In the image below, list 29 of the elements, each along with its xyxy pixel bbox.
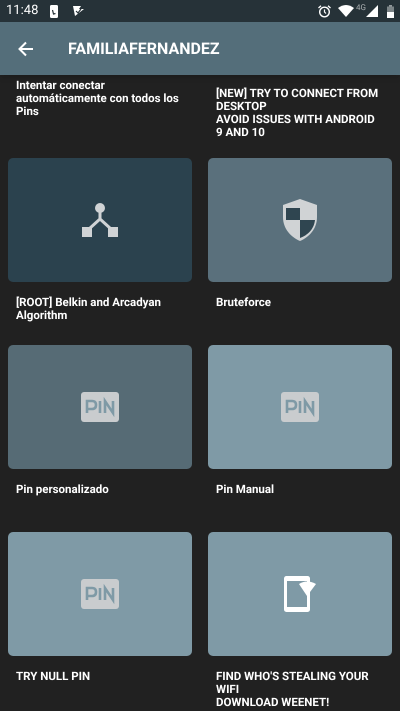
option-label: [ROOT] Belkin and Arcadyan Algorithm bbox=[16, 296, 162, 322]
option-label: Pin personalizado bbox=[16, 483, 109, 496]
option-tile[interactable] bbox=[208, 532, 392, 656]
signal-icon bbox=[366, 5, 378, 17]
pin-icon bbox=[81, 579, 119, 609]
status-time: 11:48 bbox=[6, 2, 38, 20]
alarm-icon bbox=[318, 4, 332, 18]
option-label: TRY NULL PIN bbox=[16, 670, 90, 683]
phone-wifi-icon bbox=[284, 576, 316, 612]
option-label: [NEW] TRY TO CONNECT FROM DESKTOP AVOID ISSUES WITH ANDROID 9 AND 10 bbox=[216, 87, 380, 139]
option-tile[interactable] bbox=[8, 158, 192, 282]
branch-icon bbox=[82, 203, 118, 237]
option-tile[interactable] bbox=[8, 532, 192, 656]
shield-icon bbox=[283, 199, 317, 241]
option-tile[interactable] bbox=[208, 345, 392, 469]
app-title: FAMILIAFERNANDEZ bbox=[68, 38, 220, 60]
back-icon[interactable] bbox=[18, 40, 34, 56]
phone-icon bbox=[50, 4, 58, 18]
option-label: Intentar conectar automáticamente con todos los Pins bbox=[16, 79, 180, 118]
option-label: Bruteforce bbox=[216, 296, 272, 309]
option-tile[interactable] bbox=[208, 158, 392, 282]
network-type: 4G bbox=[356, 2, 366, 14]
option-tile[interactable] bbox=[8, 345, 192, 469]
pin-icon bbox=[81, 392, 119, 422]
option-label: FIND WHO'S STEALING YOUR WIFI DOWNLOAD WEENET! bbox=[216, 670, 370, 709]
wifi-icon bbox=[338, 5, 354, 17]
pin-icon bbox=[281, 392, 319, 422]
battery-icon bbox=[387, 4, 394, 18]
option-label: Pin Manual bbox=[216, 483, 274, 496]
